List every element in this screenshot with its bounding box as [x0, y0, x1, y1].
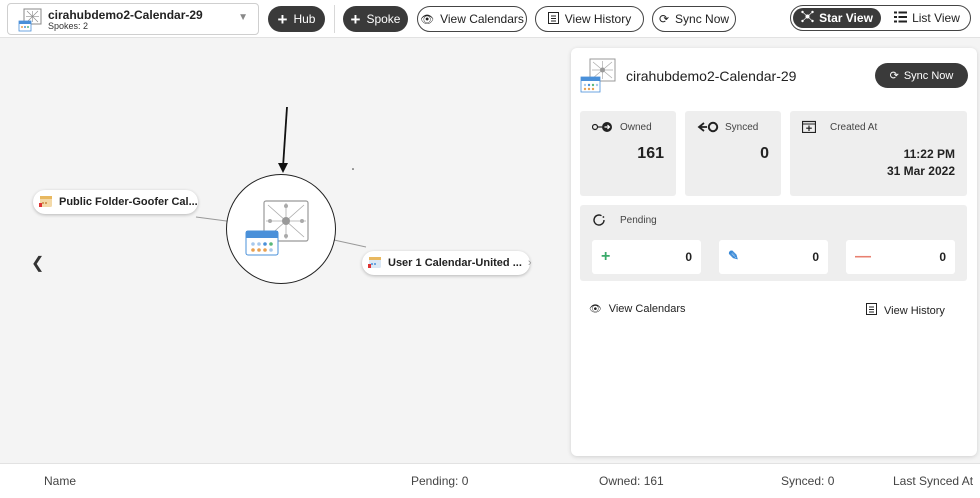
view-calendars-button[interactable]: 👁 View Calendars [417, 6, 527, 32]
view-toggle: Star View List View [790, 5, 971, 31]
panel-sync-now-label: Sync Now [903, 69, 954, 82]
created-at-date: 31 Mar 2022 [886, 164, 955, 178]
calendar-hub-icon [245, 200, 309, 256]
toolbar: cirahubdemo2-Calendar-29 Spokes: 2 ▼ + H… [0, 0, 980, 38]
owned-label: Owned [620, 122, 652, 133]
panel-view-history-label: View History [884, 304, 945, 317]
pending-label: Pending [620, 215, 657, 226]
history-list-icon [547, 11, 559, 27]
view-history-label: View History [564, 12, 632, 26]
synced-label: Synced [725, 122, 759, 133]
list-icon [894, 11, 908, 26]
plus-icon: + [350, 9, 361, 29]
spoke-node-right-label: User 1 Calendar-United ... [388, 257, 522, 269]
plus-icon: + [601, 248, 611, 265]
list-view-button[interactable]: List View [887, 8, 967, 28]
pending-remove-box: — 0 [846, 240, 955, 274]
calendar-add-icon [801, 120, 817, 138]
list-header-bar: Name Pending: 0 Owned: 161 Synced: 0 Las… [0, 463, 980, 498]
panel-view-history-link[interactable]: View History [866, 303, 945, 318]
hub-details-panel: cirahubdemo2-Calendar-29 ⟳ Sync Now Owne… [571, 48, 977, 456]
add-hub-button[interactable]: + Hub [268, 6, 325, 32]
created-at-stat: Created At 11:22 PM 31 Mar 2022 [790, 111, 967, 196]
star-view-label: Star View [819, 11, 873, 25]
view-calendars-label: View Calendars [440, 12, 524, 26]
hub-selector-name: cirahubdemo2-Calendar-29 [48, 8, 203, 22]
sync-now-label: Sync Now [675, 12, 730, 26]
pencil-icon: ✎ [728, 248, 739, 263]
column-last-synced[interactable]: Last Synced At [893, 474, 973, 488]
history-list-icon [866, 303, 877, 318]
chevron-left-icon[interactable]: ❮ [31, 253, 44, 273]
spoke-node-right[interactable]: User 1 Calendar-United ... › [362, 251, 532, 275]
pending-add-value: 0 [685, 250, 692, 264]
calendar-user-icon [368, 255, 382, 272]
spoke-node-left-label: Public Folder-Goofer Cal... [59, 196, 198, 208]
calendar-hub-logo-icon [580, 58, 616, 99]
owned-value: 161 [637, 145, 664, 162]
column-owned[interactable]: Owned: 161 [599, 474, 664, 488]
plus-icon: + [277, 9, 288, 29]
sync-icon: ⟳ [889, 70, 899, 82]
add-spoke-label: Spoke [366, 12, 401, 26]
pending-spinner-icon [592, 213, 606, 232]
hub-node[interactable] [226, 174, 336, 284]
panel-title: cirahubdemo2-Calendar-29 [626, 68, 797, 84]
panel-view-calendars-link[interactable]: 👁 View Calendars [589, 303, 686, 315]
chevron-down-icon[interactable]: ▼ [238, 12, 248, 23]
add-hub-label: Hub [293, 12, 316, 26]
calendar-hub-logo-icon [18, 8, 42, 37]
synced-stat: Synced 0 [685, 111, 781, 196]
pending-add-box: + 0 [592, 240, 701, 274]
created-at-label: Created At [830, 122, 878, 133]
chevron-right-icon: › [527, 257, 532, 269]
pending-section: Pending + 0 ✎ 0 — 0 [580, 205, 967, 281]
owned-stat: Owned 161 [580, 111, 676, 196]
pending-edit-box: ✎ 0 [719, 240, 828, 274]
star-view-button[interactable]: Star View [793, 8, 881, 28]
panel-sync-now-button[interactable]: ⟳ Sync Now [875, 63, 968, 88]
toolbar-divider [334, 5, 335, 33]
pending-remove-value: 0 [939, 250, 946, 264]
created-at-time: 11:22 PM [903, 147, 955, 161]
sync-now-button[interactable]: ⟳ Sync Now [652, 6, 736, 32]
add-spoke-button[interactable]: + Spoke [343, 6, 408, 32]
column-pending[interactable]: Pending: 0 [411, 474, 468, 488]
hub-selector-subtitle: Spokes: 2 [48, 21, 89, 31]
list-view-label: List View [912, 11, 960, 25]
column-name[interactable]: Name [44, 474, 76, 488]
hub-selector[interactable]: cirahubdemo2-Calendar-29 Spokes: 2 ▼ [7, 3, 259, 35]
minus-icon: — [855, 248, 871, 265]
sync-icon: ⟳ [658, 12, 670, 26]
star-network-icon [801, 10, 814, 26]
synced-value: 0 [760, 145, 769, 162]
calendar-folder-icon [39, 194, 53, 211]
pending-edit-value: 0 [812, 250, 819, 264]
owned-icon [591, 120, 614, 138]
eye-icon: 👁 [420, 13, 435, 26]
panel-view-calendars-label: View Calendars [608, 303, 686, 315]
synced-icon [697, 120, 719, 138]
column-synced[interactable]: Synced: 0 [781, 474, 834, 488]
eye-icon: 👁 [589, 303, 602, 315]
view-history-button[interactable]: View History [535, 6, 644, 32]
spoke-node-left[interactable]: Public Folder-Goofer Cal... [33, 190, 198, 214]
